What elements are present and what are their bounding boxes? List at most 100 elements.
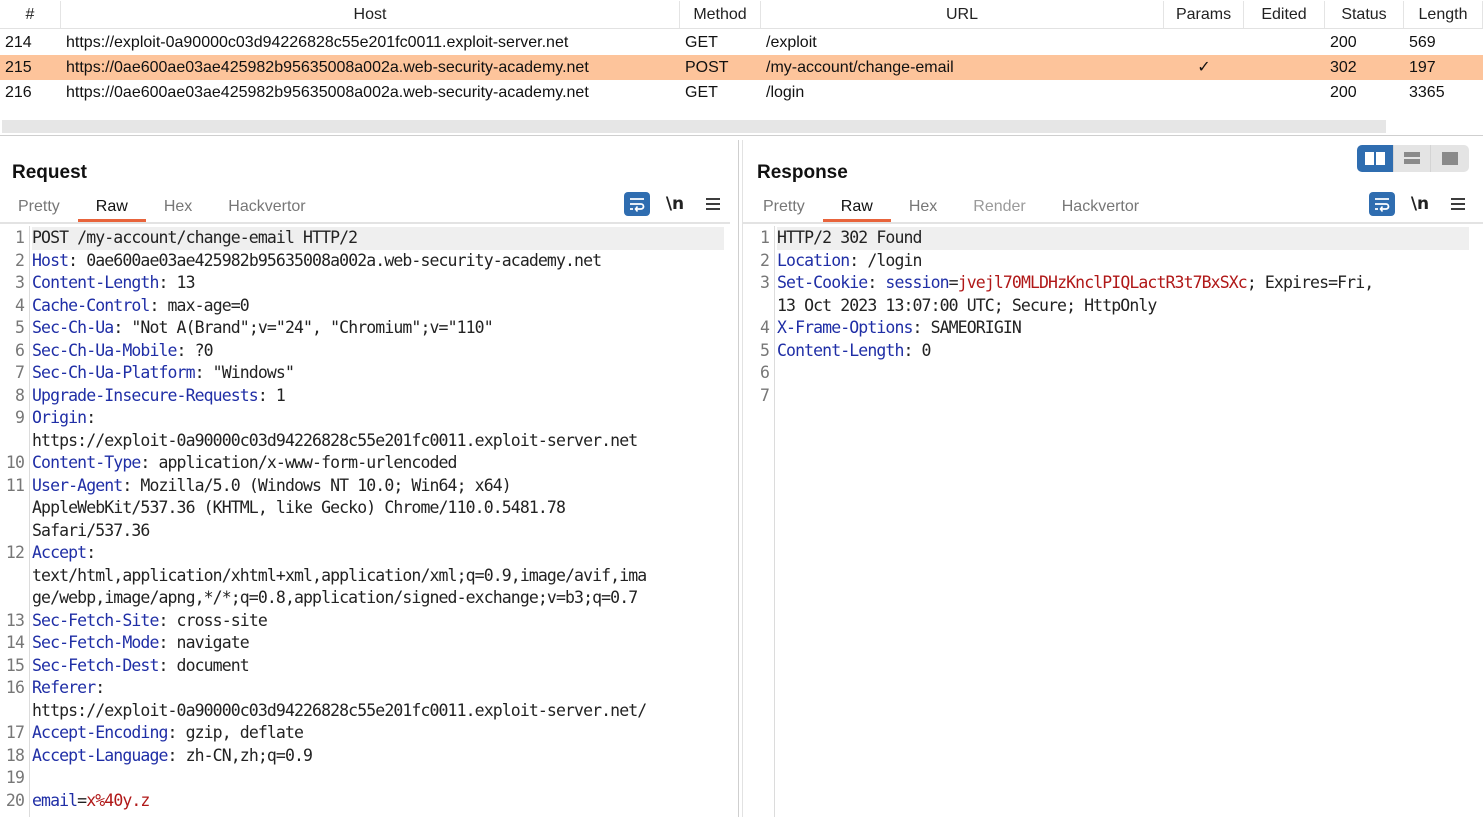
request-raw-editor[interactable]: 1 POST /my-account/change-email HTTP/2 2 Ho… bbox=[0, 226, 738, 817]
row-params bbox=[1164, 80, 1244, 105]
row-host: https://0ae600ae03ae425982b95635008a002a… bbox=[66, 84, 589, 101]
line-number: 18 bbox=[5, 745, 25, 765]
response-editor-toolbar: \n bbox=[1369, 192, 1483, 216]
column-header-host[interactable]: Host bbox=[61, 1, 680, 28]
line-content: 13 Oct 2023 13:07:00 UTC; Secure; HttpOn… bbox=[777, 295, 1469, 318]
line-content: Sec-Fetch-Site: cross-site bbox=[32, 610, 724, 633]
column-header-method[interactable]: Method bbox=[680, 1, 761, 28]
row-edited bbox=[1244, 80, 1325, 105]
header-name: Upgrade-Insecure-Requests bbox=[32, 385, 259, 405]
row-edited bbox=[1244, 30, 1325, 55]
editor-line: 18 Accept-Language: zh-CN,zh;q=0.9 bbox=[0, 745, 738, 768]
editor-line: https://exploit-0a90000c03d94226828c55e2… bbox=[0, 430, 738, 453]
proxy-history-table: # Host Method URL Params Edited Status L… bbox=[0, 0, 1483, 136]
column-header-params[interactable]: Params bbox=[1164, 1, 1244, 28]
request-options-menu-button[interactable] bbox=[700, 192, 726, 216]
row-method: GET bbox=[685, 84, 718, 101]
editor-line: 5 Sec-Ch-Ua: "Not A(Brand";v="24", "Chrom… bbox=[0, 317, 738, 340]
text-segment: HTTP/2 302 Found bbox=[777, 228, 922, 247]
editor-line: 7 Sec-Ch-Ua-Platform: "Windows" bbox=[0, 362, 738, 385]
header-name: Sec-Fetch-Site bbox=[32, 610, 159, 630]
line-content: Cache-Control: max-age=0 bbox=[32, 295, 724, 318]
line-content: Content-Length: 0 bbox=[777, 340, 1469, 363]
request-tab-raw[interactable]: Raw bbox=[77, 196, 146, 222]
column-header-url[interactable]: URL bbox=[761, 1, 1164, 28]
editor-line: 6 bbox=[743, 362, 1483, 385]
request-tab-hex[interactable]: Hex bbox=[146, 196, 210, 222]
text-segment: : 0 bbox=[903, 340, 931, 360]
response-options-menu-button[interactable] bbox=[1445, 192, 1471, 216]
row-length: 569 bbox=[1409, 34, 1436, 51]
editor-line: 15 Sec-Fetch-Dest: document bbox=[0, 655, 738, 678]
response-show-newlines-button[interactable]: \n bbox=[1407, 192, 1433, 216]
line-content: text/html,application/xhtml+xml,applicat… bbox=[32, 565, 724, 588]
header-name: email bbox=[32, 790, 78, 810]
line-content: Accept-Language: zh-CN,zh;q=0.9 bbox=[32, 745, 724, 768]
response-raw-editor[interactable]: 1 HTTP/2 302 Found 2 Location: /login 3 Set-C… bbox=[743, 226, 1483, 817]
column-header-status[interactable]: Status bbox=[1325, 1, 1404, 28]
header-name: Location bbox=[777, 250, 850, 270]
table-row[interactable]: 214 https://exploit-0a90000c03d94226828c… bbox=[0, 30, 1483, 55]
horizontal-scrollbar-thumb[interactable] bbox=[2, 120, 1386, 133]
request-show-newlines-button[interactable]: \n bbox=[662, 192, 688, 216]
hamburger-menu-icon bbox=[1451, 198, 1465, 210]
line-content: ge/webp,image/apng,*/*;q=0.8,application… bbox=[32, 587, 724, 610]
header-name: Set-Cookie bbox=[777, 273, 868, 292]
row-length: 3365 bbox=[1409, 84, 1445, 101]
text-segment: : document bbox=[158, 655, 249, 675]
text-segment: 13 Oct 2023 13:07:00 UTC; Secure; HttpOn… bbox=[777, 295, 1157, 315]
line-number: 16 bbox=[5, 678, 25, 697]
line-number: 3 bbox=[759, 273, 770, 292]
editor-line: 19 bbox=[0, 767, 738, 790]
table-row[interactable]: 216 https://0ae600ae03ae425982b95635008a… bbox=[0, 80, 1483, 105]
response-panel: Response Pretty Raw Hex Render Hackverto… bbox=[742, 140, 1483, 817]
response-word-wrap-button[interactable] bbox=[1369, 192, 1395, 216]
column-header-length[interactable]: Length bbox=[1404, 1, 1483, 28]
text-segment: = bbox=[948, 273, 959, 292]
line-content: Sec-Ch-Ua-Mobile: ?0 bbox=[32, 340, 724, 363]
editor-line: 1 HTTP/2 302 Found bbox=[743, 227, 1483, 250]
editor-line: 10 Content-Type: application/x-www-form-u… bbox=[0, 452, 738, 475]
text-segment: : cross-site bbox=[158, 610, 267, 630]
header-name: Referer bbox=[32, 678, 96, 697]
line-content bbox=[777, 362, 1469, 385]
text-segment: : bbox=[86, 543, 96, 562]
line-content: Content-Length: 13 bbox=[32, 272, 724, 295]
row-method: GET bbox=[685, 34, 718, 51]
side-by-side-layout-button[interactable] bbox=[1357, 145, 1394, 172]
line-number: 6 bbox=[759, 363, 770, 382]
column-header-edited[interactable]: Edited bbox=[1244, 1, 1325, 28]
stacked-layout-button[interactable] bbox=[1394, 145, 1431, 172]
response-title: Response bbox=[757, 162, 848, 183]
stacked-layout-icon bbox=[1404, 152, 1420, 164]
response-tab-render[interactable]: Render bbox=[955, 196, 1043, 222]
header-name: session bbox=[885, 273, 949, 292]
header-name: Host bbox=[32, 250, 69, 270]
response-tab-pretty[interactable]: Pretty bbox=[745, 196, 823, 222]
line-content: Content-Type: application/x-www-form-url… bbox=[32, 452, 724, 475]
line-number: 5 bbox=[759, 340, 770, 360]
line-number: 9 bbox=[14, 408, 25, 427]
request-tab-pretty[interactable]: Pretty bbox=[0, 196, 78, 222]
line-number: 8 bbox=[14, 385, 25, 405]
response-tab-hex[interactable]: Hex bbox=[891, 196, 955, 222]
line-content: Referer: bbox=[32, 677, 724, 700]
header-name: Content-Type bbox=[32, 453, 141, 472]
text-segment: = bbox=[77, 790, 87, 810]
line-content bbox=[32, 767, 724, 790]
row-number: 214 bbox=[5, 34, 32, 51]
request-tab-hackvertor[interactable]: Hackvertor bbox=[210, 196, 323, 222]
response-tab-hackvertor[interactable]: Hackvertor bbox=[1044, 196, 1157, 222]
single-panel-layout-button[interactable] bbox=[1431, 145, 1468, 172]
table-row-selected[interactable]: 215 https://0ae600ae03ae425982b95635008a… bbox=[0, 55, 1483, 80]
column-header-number[interactable]: # bbox=[0, 1, 61, 28]
text-segment: : 0ae600ae03ae425982b95635008a002a.web-s… bbox=[68, 250, 602, 270]
text-segment: POST /my-account/change-email HTTP/2 bbox=[32, 228, 358, 247]
header-name: Sec-Ch-Ua-Mobile bbox=[32, 340, 177, 360]
row-url: /login bbox=[766, 84, 805, 101]
layout-switcher bbox=[1357, 145, 1469, 172]
request-word-wrap-button[interactable] bbox=[624, 192, 650, 216]
request-view-tabs: Pretty Raw Hex Hackvertor bbox=[0, 196, 324, 222]
response-tab-raw[interactable]: Raw bbox=[822, 196, 891, 222]
header-name: Accept bbox=[32, 543, 87, 562]
